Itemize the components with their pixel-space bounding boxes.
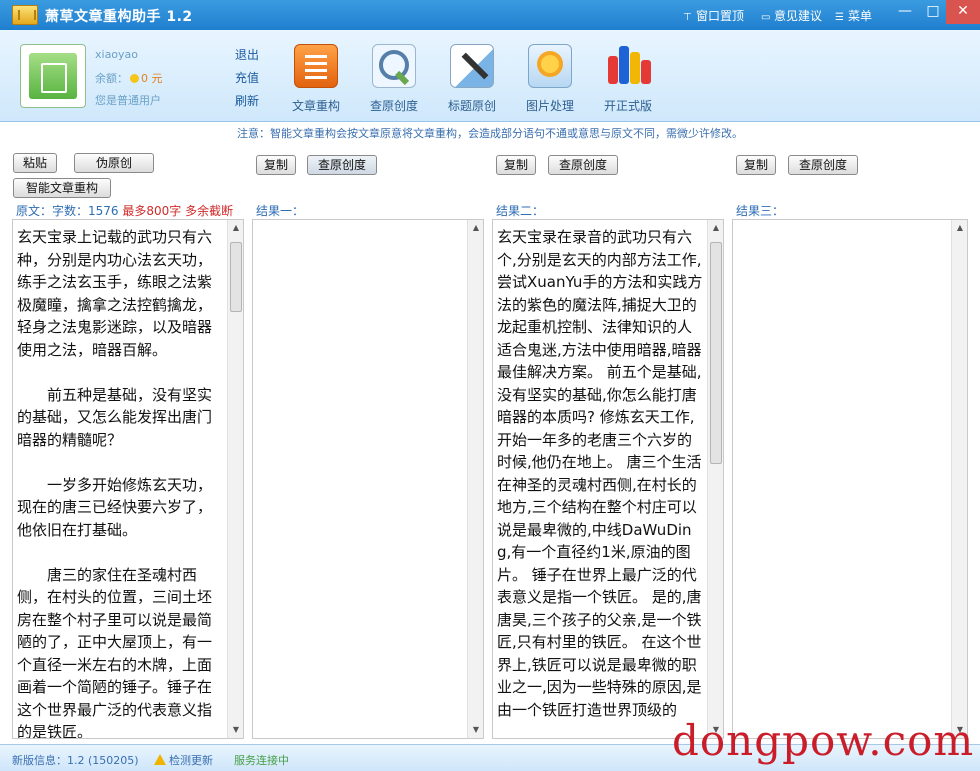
avatar (20, 44, 86, 108)
pin-icon: ⊤ (683, 12, 692, 23)
app-logo-icon (12, 5, 38, 25)
result-1-text-area[interactable]: ▲ ▼ (252, 219, 484, 739)
scroll-up-icon[interactable]: ▲ (468, 220, 483, 236)
scroll-up-icon[interactable]: ▲ (228, 220, 243, 236)
paste-button[interactable]: 粘贴 (13, 153, 57, 173)
main-menu[interactable]: ☰ 菜单 (835, 7, 872, 24)
watermark: dongpow.com (672, 716, 975, 765)
tool-title-original[interactable]: 标题原创 (437, 42, 507, 118)
copy-button-1[interactable]: 复制 (256, 155, 296, 175)
scroll-thumb[interactable] (230, 242, 242, 312)
magnifier-icon (372, 44, 416, 88)
warning-icon (154, 754, 166, 765)
result-2-scrollbar[interactable]: ▲ ▼ (707, 220, 723, 738)
close-button[interactable]: ✕ (946, 0, 980, 24)
result-1-scrollbar[interactable]: ▲ ▼ (467, 220, 483, 738)
bar-chart-icon (606, 44, 651, 88)
result-3-label: 结果三： (736, 204, 785, 218)
source-text-area[interactable]: 玄天宝录上记载的武功只有六种，分别是内功心法玄天功，练手之法玄玉手，练眼之法紫极… (12, 219, 244, 739)
copy-button-3[interactable]: 复制 (736, 155, 776, 175)
scroll-thumb[interactable] (710, 242, 722, 464)
copy-button-2[interactable]: 复制 (496, 155, 536, 175)
pseudo-original-button[interactable]: 伪原创 (74, 153, 154, 173)
tool-official-version[interactable]: 开正式版 (593, 42, 663, 118)
version-info: 新版信息：1.2 (150205) (12, 754, 139, 767)
source-label: 原文：字数：1576 最多800字 多余截断 (16, 204, 234, 218)
username: xiaoyao (95, 48, 139, 61)
title-bar: 萧草文章重构助手 1.2 ⊤ 窗口置顶 ▭ 意见建议 ☰ 菜单 — □ ✕ (0, 0, 980, 30)
result-2-label: 结果二： (496, 204, 545, 218)
balance: 余额： 0 元 (95, 72, 163, 85)
image-icon (528, 44, 572, 88)
document-icon (294, 44, 338, 88)
app-title: 萧草文章重构助手 1.2 (45, 9, 193, 25)
result-1-label: 结果一： (256, 204, 305, 218)
check-originality-button-1[interactable]: 查原创度 (307, 155, 377, 175)
feedback-icon: ▭ (761, 12, 771, 23)
result-2-text-area[interactable]: 玄天宝录在录音的武功只有六个,分别是玄天的内部方法工作,尝试XuanYu手的方法… (492, 219, 724, 739)
scroll-up-icon[interactable]: ▲ (952, 220, 967, 236)
scroll-up-icon[interactable]: ▲ (708, 220, 723, 236)
pen-icon (450, 44, 494, 88)
feedback-menu[interactable]: ▭ 意见建议 (761, 7, 822, 24)
tool-image-process[interactable]: 图片处理 (515, 42, 585, 118)
menu-icon: ☰ (835, 12, 844, 23)
connection-status: 服务连接中 (234, 754, 289, 767)
result-3-scrollbar[interactable]: ▲ ▼ (951, 220, 967, 738)
notice-text: 注意：智能文章重构会按文章原意将文章重构，会造成部分语句不通或意思与原文不同，需… (237, 127, 743, 140)
tool-originality-check[interactable]: 查原创度 (359, 42, 429, 118)
maximize-button[interactable]: □ (919, 0, 947, 24)
toolbar: xiaoyao 余额： 0 元 您是普通用户 退出 充值 刷新 文章重构 查原创度… (0, 30, 980, 122)
tool-article-rewrite[interactable]: 文章重构 (281, 42, 351, 118)
pin-on-top-menu[interactable]: ⊤ 窗口置顶 (683, 7, 744, 24)
scroll-down-icon[interactable]: ▼ (468, 722, 483, 738)
recharge-link[interactable]: 充值 (235, 69, 259, 86)
minimize-button[interactable]: — (891, 0, 919, 24)
source-scrollbar[interactable]: ▲ ▼ (227, 220, 243, 738)
coin-icon (130, 74, 139, 83)
source-text[interactable]: 玄天宝录上记载的武功只有六种，分别是内功心法玄天功，练手之法玄玉手，练眼之法紫极… (17, 226, 223, 738)
logout-link[interactable]: 退出 (235, 46, 259, 63)
refresh-link[interactable]: 刷新 (235, 92, 259, 109)
check-update-link[interactable]: 检测更新 (154, 752, 213, 768)
scroll-down-icon[interactable]: ▼ (228, 722, 243, 738)
check-originality-button-3[interactable]: 查原创度 (788, 155, 858, 175)
membership-status: 您是普通用户 (95, 94, 161, 107)
result-3-text-area[interactable]: ▲ ▼ (732, 219, 968, 739)
check-originality-button-2[interactable]: 查原创度 (548, 155, 618, 175)
smart-rewrite-button[interactable]: 智能文章重构 (13, 178, 111, 198)
result-2-text[interactable]: 玄天宝录在录音的武功只有六个,分别是玄天的内部方法工作,尝试XuanYu手的方法… (497, 226, 703, 721)
